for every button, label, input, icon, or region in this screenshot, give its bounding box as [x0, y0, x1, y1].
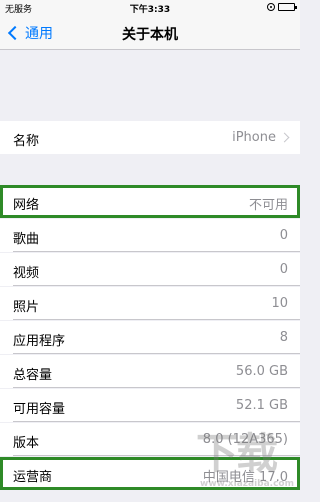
row-label: 版本 [13, 436, 40, 451]
row-value: 不可用 [248, 198, 288, 213]
separator [13, 387, 300, 388]
row-value: 8.0 (12A365) [202, 432, 288, 447]
row-network: 网络 不可用 [0, 185, 300, 218]
separator [13, 285, 300, 286]
separator [13, 421, 300, 422]
row-songs: 歌曲 0 [0, 219, 300, 252]
status-icons [267, 3, 297, 11]
row-value: 8 [279, 330, 288, 345]
row-value: 10 [271, 296, 288, 311]
status-time: 下午3:33 [129, 5, 171, 15]
status-bar: 无服务 下午3:33 [0, 0, 300, 16]
row-value: 52.1 GB [235, 398, 288, 413]
row-value: 0 [279, 228, 288, 243]
row-carrier: 运营商 中国电信 17.0 [0, 457, 300, 490]
row-available: 可用容量 52.1 GB [0, 389, 300, 422]
row-value: 0 [279, 262, 288, 277]
row-value: iPhone [232, 130, 276, 145]
row-label: 名称 [13, 134, 40, 149]
lock-rotation-icon [267, 3, 275, 11]
row-label: 应用程序 [13, 334, 66, 349]
chevron-right-icon [279, 132, 290, 143]
separator [13, 319, 300, 320]
row-value: 56.0 GB [235, 364, 288, 379]
battery-icon [278, 3, 297, 11]
row-label: 歌曲 [13, 232, 40, 247]
row-label: 网络 [13, 198, 40, 213]
separator [13, 455, 300, 456]
row-videos: 视频 0 [0, 253, 300, 286]
row-version: 版本 8.0 (12A365) [0, 423, 300, 456]
row-photos: 照片 10 [0, 287, 300, 320]
row-label: 运营商 [13, 470, 53, 485]
row-value: 中国电信 17.0 [202, 470, 288, 485]
row-label: 照片 [13, 300, 40, 315]
row-capacity: 总容量 56.0 GB [0, 355, 300, 388]
row-label: 总容量 [13, 368, 53, 383]
row-label: 可用容量 [13, 402, 66, 417]
separator [13, 353, 300, 354]
row-name[interactable]: 名称 iPhone [0, 121, 300, 154]
row-label: 视频 [13, 266, 40, 281]
navigation-bar: 通用 关于本机 [0, 16, 300, 50]
separator [13, 251, 300, 252]
page-title: 关于本机 [122, 27, 178, 43]
row-apps: 应用程序 8 [0, 321, 300, 354]
